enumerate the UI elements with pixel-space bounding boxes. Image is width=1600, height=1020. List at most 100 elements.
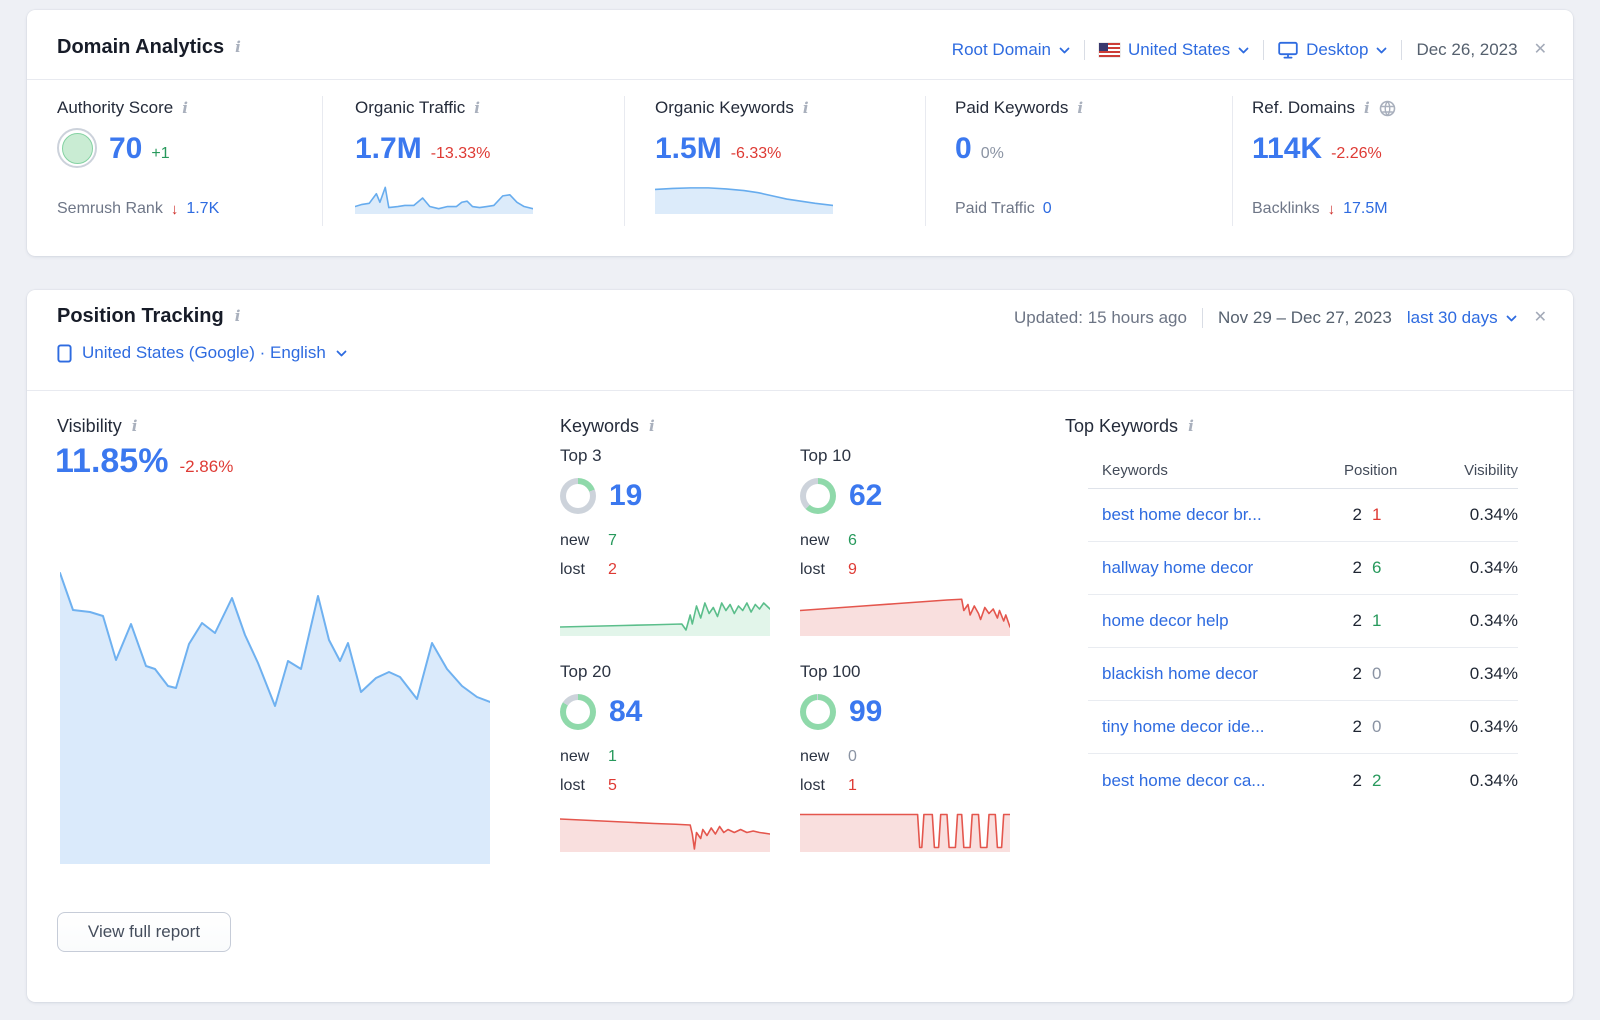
backlinks-line: Backlinks ↓ 17.5M — [1252, 200, 1388, 218]
keyword-link[interactable]: home decor help — [1088, 611, 1330, 631]
keyword-link[interactable]: best home decor ca... — [1088, 771, 1330, 791]
metric-delta: -6.33% — [731, 145, 782, 163]
metric-value: 70 — [109, 132, 142, 166]
root-domain-label: Root Domain — [952, 40, 1051, 60]
arrow-down-icon: ↓ — [171, 201, 179, 218]
new-count: 7 — [608, 532, 617, 550]
lost-count: 9 — [848, 561, 857, 579]
metric-label: Organic Keywords i — [655, 98, 809, 118]
position-diff: 1 — [1372, 505, 1381, 525]
column-header-position: Position — [1330, 462, 1440, 479]
metric-delta: -2.26% — [1331, 145, 1382, 163]
keyword-group-value-row: 62 — [800, 478, 1010, 514]
visibility-area-chart — [60, 542, 490, 864]
donut-chart — [800, 694, 836, 730]
visibility-value-row: 11.85% -2.86% — [55, 442, 233, 481]
info-icon[interactable]: i — [1188, 419, 1194, 434]
keyword-link[interactable]: tiny home decor ide... — [1088, 717, 1330, 737]
keyword-group-top-10: Top 1062new6lost9 — [800, 446, 1010, 636]
close-icon[interactable]: ✕ — [1534, 310, 1547, 326]
chevron-down-icon — [1238, 47, 1249, 54]
table-row: tiny home decor ide...200.34% — [1088, 701, 1518, 754]
divider — [925, 96, 926, 226]
keyword-count: 84 — [609, 695, 642, 729]
position-diff: 1 — [1372, 611, 1381, 631]
donut-chart — [560, 478, 596, 514]
paid-traffic-line: Paid Traffic 0 — [955, 200, 1052, 218]
info-icon[interactable]: i — [235, 40, 241, 55]
keywords-grid: Top 319new7lost2Top 1062new6lost9Top 208… — [560, 446, 1010, 852]
page-title: Domain Analytics — [57, 36, 224, 59]
country-label: United States — [1128, 40, 1230, 60]
table-row: home decor help210.34% — [1088, 595, 1518, 648]
metric-organic-traffic: Organic Traffic i 1.7M -13.33% — [355, 80, 617, 240]
paid-traffic-value[interactable]: 0 — [1043, 200, 1052, 218]
table-row: best home decor ca...220.34% — [1088, 754, 1518, 807]
period-select[interactable]: last 30 days — [1407, 308, 1517, 328]
traffic-sparkline — [355, 182, 533, 214]
device-label: Desktop — [1306, 40, 1368, 60]
lost-keywords-line: lost9 — [800, 555, 1010, 584]
geo-label: United States (Google) · English — [82, 343, 326, 363]
position-diff: 0 — [1372, 664, 1381, 684]
info-icon[interactable]: i — [235, 309, 241, 324]
info-icon[interactable]: i — [1364, 101, 1370, 116]
keyword-link[interactable]: best home decor br... — [1088, 505, 1330, 525]
chevron-down-icon — [1506, 315, 1517, 322]
us-flag-icon — [1099, 43, 1120, 57]
device-select[interactable]: Desktop — [1278, 40, 1387, 60]
table-row: blackish home decor200.34% — [1088, 648, 1518, 701]
chevron-down-icon — [336, 350, 347, 357]
position-tracking-header: Position Tracking i — [57, 305, 240, 328]
lost-count: 2 — [608, 561, 617, 579]
metric-value-row: 70 +1 — [109, 132, 170, 166]
keyword-group-top-100: Top 10099new0lost1 — [800, 662, 1010, 852]
position-cell: 20 — [1330, 664, 1440, 684]
visibility-cell: 0.34% — [1440, 558, 1518, 578]
info-icon[interactable]: i — [649, 419, 655, 434]
date-selector[interactable]: Dec 26, 2023 — [1416, 40, 1517, 60]
divider — [624, 96, 625, 226]
new-keywords-line: new0 — [800, 742, 1010, 771]
top-keywords-body: best home decor br...210.34%hallway home… — [1088, 489, 1518, 807]
visibility-value: 11.85% — [55, 442, 168, 481]
metric-value-row: 1.5M -6.33% — [655, 132, 781, 166]
close-icon[interactable]: ✕ — [1534, 42, 1547, 58]
metric-value-row: 0 0% — [955, 132, 1004, 166]
keyword-link[interactable]: blackish home decor — [1088, 664, 1330, 684]
visibility-delta: -2.86% — [179, 457, 233, 477]
info-icon[interactable]: i — [1077, 101, 1083, 116]
geo-select[interactable]: United States (Google) · English — [57, 343, 347, 363]
country-select[interactable]: United States — [1099, 40, 1249, 60]
keyword-count: 99 — [849, 695, 882, 729]
backlinks-value[interactable]: 17.5M — [1343, 200, 1387, 218]
trend-sparkline — [800, 807, 1010, 852]
mobile-device-icon — [57, 344, 72, 363]
divider — [1401, 40, 1402, 60]
position-cell: 22 — [1330, 771, 1440, 791]
date-range-label: Nov 29 – Dec 27, 2023 — [1218, 308, 1392, 328]
metric-value: 1.7M — [355, 132, 422, 166]
new-count: 0 — [848, 748, 857, 766]
root-domain-select[interactable]: Root Domain — [952, 40, 1070, 60]
info-icon[interactable]: i — [803, 101, 809, 116]
keyword-count: 62 — [849, 479, 882, 513]
top-keywords-table: Keywords Position Visibility best home d… — [1088, 453, 1518, 807]
info-icon[interactable]: i — [474, 101, 480, 116]
visibility-cell: 0.34% — [1440, 505, 1518, 525]
info-icon[interactable]: i — [182, 101, 188, 116]
metric-label: Organic Traffic i — [355, 98, 480, 118]
visibility-section-label: Visibility i — [57, 416, 137, 437]
info-icon[interactable]: i — [132, 419, 138, 434]
keyword-link[interactable]: hallway home decor — [1088, 558, 1330, 578]
view-full-report-button[interactable]: View full report — [57, 912, 231, 952]
trend-sparkline — [560, 807, 770, 852]
table-row: best home decor br...210.34% — [1088, 489, 1518, 542]
domain-analytics-controls: Root Domain United States Desktop Dec 26… — [952, 40, 1547, 60]
position-diff: 6 — [1372, 558, 1381, 578]
position-cell: 21 — [1330, 505, 1440, 525]
authority-score-gauge — [57, 128, 97, 168]
position-diff: 2 — [1372, 771, 1381, 791]
semrush-rank-value[interactable]: 1.7K — [186, 200, 219, 218]
updated-label: Updated: 15 hours ago — [1014, 308, 1187, 328]
